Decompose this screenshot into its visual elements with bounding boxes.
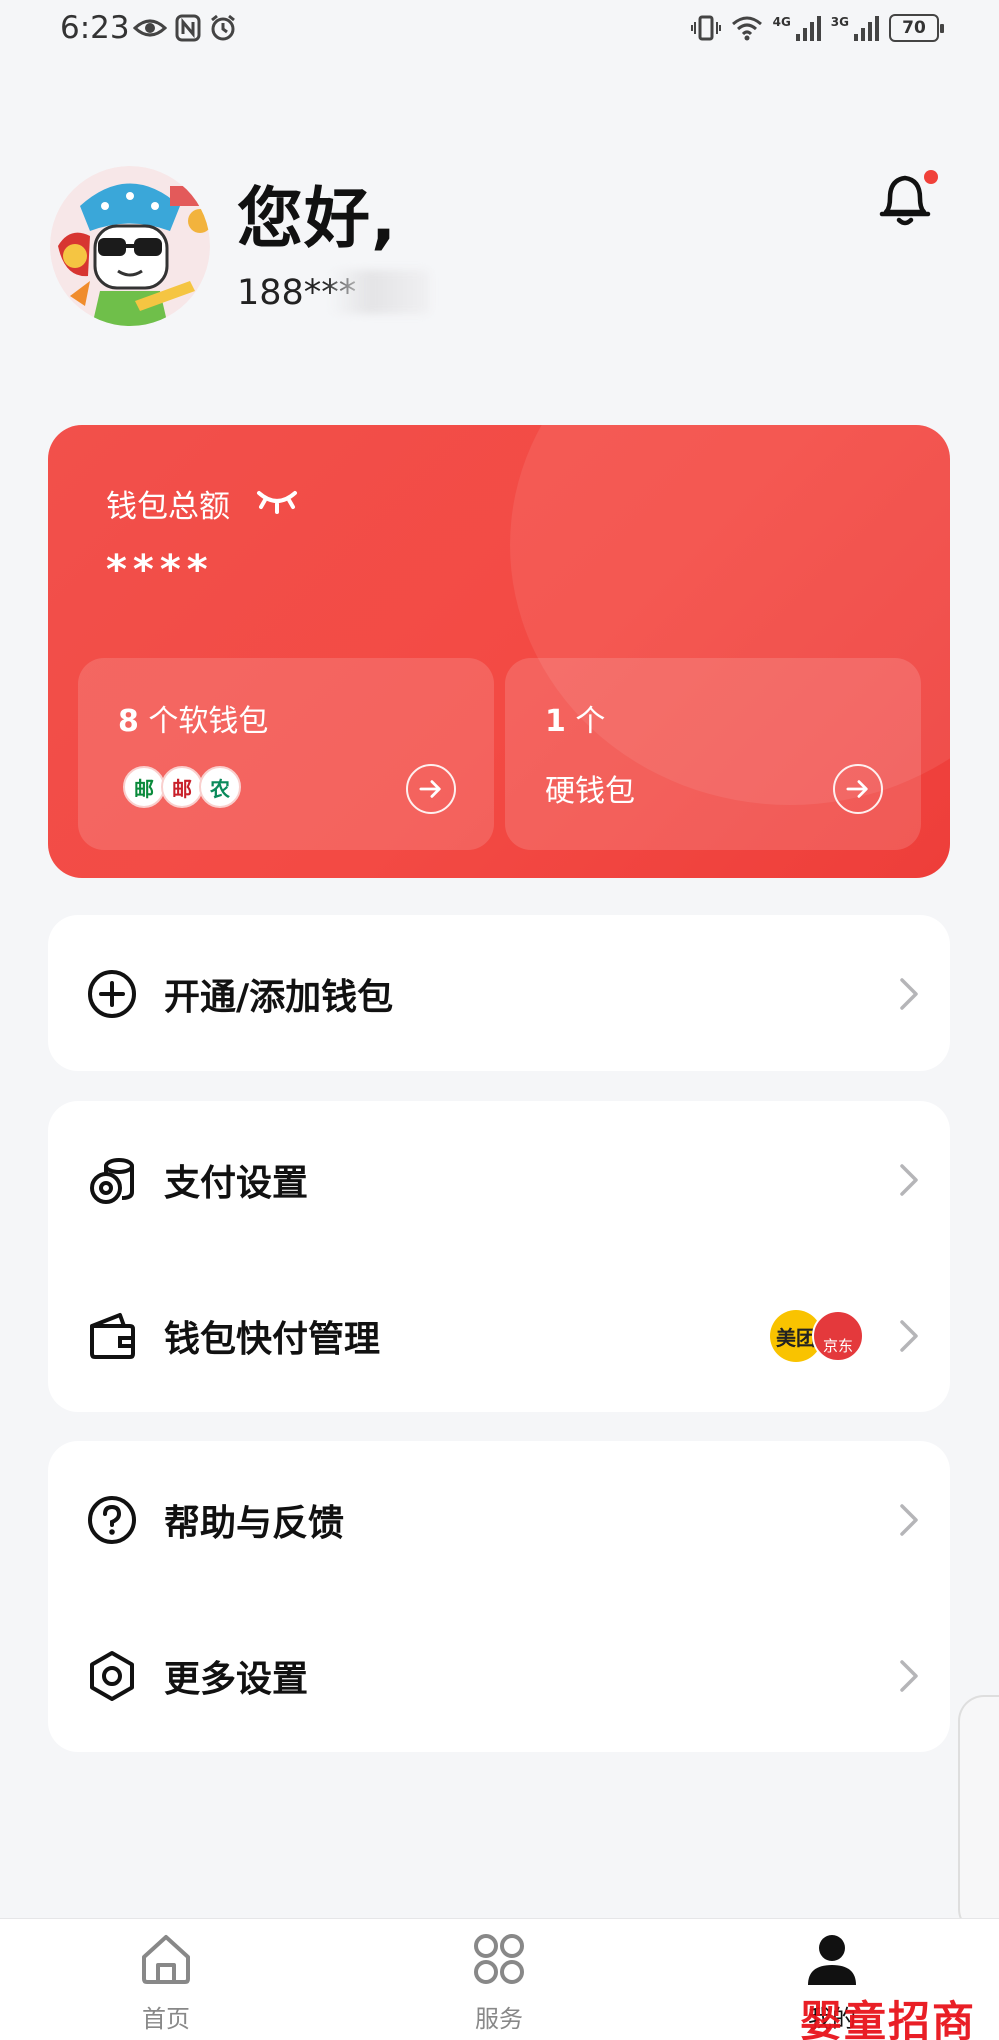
chevron-right-icon xyxy=(900,1320,918,1352)
network-label-1: 4G xyxy=(772,15,791,29)
vibrate-icon xyxy=(690,15,721,41)
help-settings-card: 帮助与反馈 更多设置 xyxy=(48,1441,950,1752)
menu-item-open-wallet[interactable]: 开通/添加钱包 xyxy=(48,915,950,1071)
chevron-right-icon xyxy=(900,1164,918,1196)
hard-wallet-count: 1 xyxy=(545,704,566,739)
alarm-icon xyxy=(211,14,235,41)
watermark: 婴童招商网 xyxy=(800,1997,977,2040)
jd-logo: 京东 xyxy=(812,1310,864,1362)
payment-card: 支付设置 钱包快付管理 美团 京东 xyxy=(48,1101,950,1412)
soft-wallet-card[interactable]: 8 个软钱包 邮 邮 农 xyxy=(78,658,494,850)
bank-icons: 邮 邮 农 xyxy=(123,766,241,808)
arrow-right-icon[interactable] xyxy=(833,764,883,814)
wallet-icon xyxy=(90,1313,135,1359)
hard-wallet-unit: 个 xyxy=(575,704,606,739)
user-icon xyxy=(808,1935,856,1985)
menu-label-help: 帮助与反馈 xyxy=(164,1503,345,1544)
status-left-icons xyxy=(133,14,237,42)
avatar[interactable] xyxy=(50,166,210,326)
soft-wallet-title: 8 个软钱包 xyxy=(118,696,268,740)
coins-icon xyxy=(90,1158,134,1204)
menu-item-help[interactable]: 帮助与反馈 xyxy=(48,1441,950,1597)
avatar-image xyxy=(50,166,210,326)
nfc-icon xyxy=(175,14,201,42)
menu-item-more-settings[interactable]: 更多设置 xyxy=(48,1597,950,1753)
nav-label-service: 服务 xyxy=(475,2005,523,2033)
home-icon xyxy=(142,1935,190,1984)
status-bar: 6:23 4G 3G 70 xyxy=(0,0,999,62)
wallet-amount: **** xyxy=(106,547,214,593)
greeting: 您好, xyxy=(237,180,398,257)
floating-edge-handle[interactable] xyxy=(958,1695,999,1935)
eye-icon xyxy=(133,19,167,37)
menu-item-quick-pay[interactable]: 钱包快付管理 美团 京东 xyxy=(48,1257,950,1413)
signal-icon xyxy=(795,16,821,41)
battery-icon: 70 xyxy=(889,14,944,42)
open-wallet-card: 开通/添加钱包 xyxy=(48,915,950,1071)
arrow-right-icon[interactable] xyxy=(406,764,456,814)
status-right: 4G 3G 70 xyxy=(690,14,944,42)
phone-mask xyxy=(330,270,430,314)
menu-label-open-wallet: 开通/添加钱包 xyxy=(164,977,394,1018)
nav-service[interactable]: 服务 xyxy=(399,1919,599,2040)
hard-wallet-title: 1 个 xyxy=(545,696,605,740)
wallet-card[interactable]: 钱包总额 **** 8 个软钱包 邮 邮 农 1 个 硬钱包 xyxy=(48,425,950,878)
wifi-icon xyxy=(731,16,762,41)
menu-label-quick-pay: 钱包快付管理 xyxy=(164,1319,381,1360)
signal-icon-2 xyxy=(854,16,879,41)
hard-wallet-card[interactable]: 1 个 硬钱包 xyxy=(505,658,921,850)
menu-label-pay-settings: 支付设置 xyxy=(164,1163,309,1204)
chevron-right-icon xyxy=(900,978,918,1010)
question-circle-icon xyxy=(88,1496,136,1544)
menu-label-more-settings: 更多设置 xyxy=(164,1659,309,1700)
chevron-right-icon xyxy=(900,1504,918,1536)
status-time: 6:23 xyxy=(60,10,130,46)
nav-label-home: 首页 xyxy=(142,2005,190,2033)
soft-wallet-label: 个软钱包 xyxy=(148,704,269,739)
nav-home[interactable]: 首页 xyxy=(66,1919,266,2040)
postal-service-icon: 邮 xyxy=(161,766,203,808)
agri-bank-icon: 农 xyxy=(199,766,241,808)
wallet-total-label: 钱包总额 xyxy=(106,489,230,525)
settings-hexagon-icon xyxy=(90,1651,134,1701)
network-label-2: 3G xyxy=(830,15,849,29)
hard-wallet-caption: 硬钱包 xyxy=(545,774,635,809)
soft-wallet-count: 8 xyxy=(118,704,139,739)
plus-circle-icon xyxy=(88,970,136,1018)
eye-closed-icon[interactable] xyxy=(256,485,298,515)
menu-item-pay-settings[interactable]: 支付设置 xyxy=(48,1101,950,1257)
notification-dot xyxy=(924,170,938,184)
chevron-right-icon xyxy=(900,1660,918,1692)
postal-bank-icon: 邮 xyxy=(123,766,165,808)
grid-icon xyxy=(474,1934,524,1984)
